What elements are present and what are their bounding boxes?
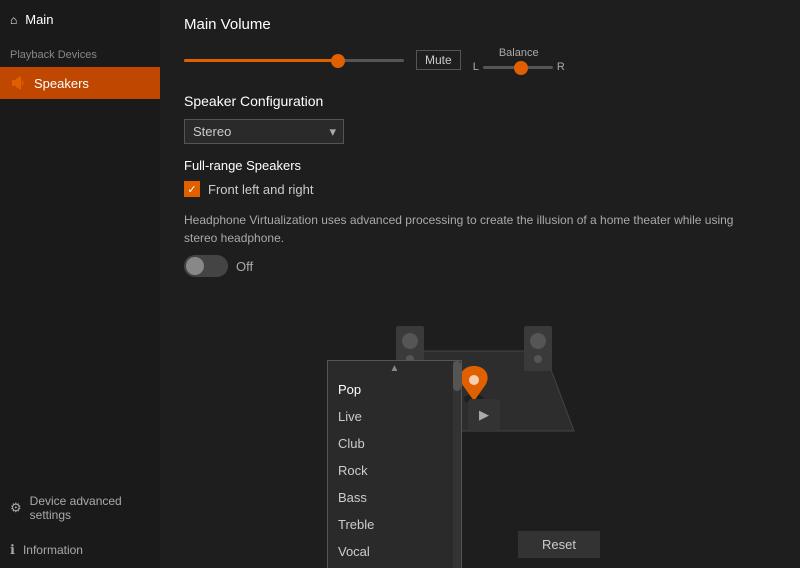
- volume-thumb[interactable]: [331, 54, 345, 68]
- speaker-config-select[interactable]: Stereo Quadraphonic 5.1 Surround 7.1 Sur…: [184, 119, 344, 144]
- main-content: Main Volume Mute Balance L R Speaker Con…: [160, 0, 800, 568]
- balance-right-label: R: [557, 61, 565, 73]
- balance-slider[interactable]: [483, 66, 553, 69]
- virtualization-description: Headphone Virtualization uses advanced p…: [184, 211, 744, 247]
- toggle-thumb: [186, 257, 204, 275]
- speaker-config-dropdown-container: Stereo Quadraphonic 5.1 Surround 7.1 Sur…: [184, 119, 776, 144]
- equalizer-dropdown-popup: ▲ Pop Live Club Rock Bass Treble Vocal: [327, 360, 462, 568]
- fullrange-checkbox-row: ✓ Front left and right: [184, 181, 776, 197]
- scrollbar-thumb[interactable]: [453, 361, 461, 391]
- sidebar-item-information[interactable]: ℹ Information: [0, 532, 160, 568]
- main-volume-title: Main Volume: [184, 16, 776, 33]
- eq-item-treble-label: Treble: [338, 517, 374, 532]
- home-icon: ⌂: [10, 13, 17, 27]
- device-advanced-label: Device advanced settings: [30, 494, 150, 522]
- scroll-up-indicator[interactable]: ▲: [328, 361, 461, 376]
- information-label: Information: [23, 543, 83, 557]
- sidebar-main-label: Main: [25, 12, 53, 27]
- eq-item-club-label: Club: [338, 436, 365, 451]
- gear-icon: ⚙: [10, 500, 22, 516]
- fullrange-checkbox[interactable]: ✓: [184, 181, 200, 197]
- dropdown-scrollbar[interactable]: [453, 361, 461, 568]
- fullrange-checkbox-label: Front left and right: [208, 182, 314, 197]
- playback-devices-label: Playback Devices: [0, 39, 160, 67]
- volume-slider[interactable]: [184, 59, 404, 62]
- play-button[interactable]: ▶: [468, 399, 500, 431]
- balance-left-label: L: [473, 61, 479, 73]
- volume-fill: [184, 59, 338, 62]
- eq-item-bass[interactable]: Bass: [328, 484, 461, 511]
- mute-button[interactable]: Mute: [416, 50, 461, 70]
- balance-row: L R: [473, 61, 565, 73]
- speaker-config-title: Speaker Configuration: [184, 93, 776, 109]
- speaker-icon: [10, 75, 26, 91]
- toggle-state-label: Off: [236, 259, 253, 274]
- fullrange-title: Full-range Speakers: [184, 158, 776, 173]
- eq-item-pop-label: Pop: [338, 382, 361, 397]
- eq-item-live[interactable]: Live: [328, 403, 461, 430]
- sidebar-item-device-advanced[interactable]: ⚙ Device advanced settings: [0, 484, 160, 532]
- eq-item-live-label: Live: [338, 409, 362, 424]
- sidebar-main-header[interactable]: ⌂ Main: [0, 0, 160, 39]
- info-icon: ℹ: [10, 542, 15, 558]
- sidebar-bottom: ⚙ Device advanced settings ℹ Information: [0, 484, 160, 568]
- eq-item-vocal[interactable]: Vocal: [328, 538, 461, 565]
- balance-thumb[interactable]: [514, 61, 528, 75]
- mute-label: Mute: [425, 53, 452, 67]
- sidebar-item-speakers[interactable]: Speakers: [0, 67, 160, 99]
- volume-row: Mute Balance L R: [184, 47, 776, 73]
- eq-item-vocal-label: Vocal: [338, 544, 370, 559]
- toggle-row: Off: [184, 255, 776, 277]
- play-icon: ▶: [479, 407, 489, 423]
- eq-item-rock[interactable]: Rock: [328, 457, 461, 484]
- speaker-config-select-wrapper[interactable]: Stereo Quadraphonic 5.1 Surround 7.1 Sur…: [184, 119, 344, 144]
- eq-item-pop[interactable]: Pop: [328, 376, 461, 403]
- speaker-diagram-area: ▶: [184, 291, 776, 451]
- checkmark-icon: ✓: [187, 183, 196, 196]
- sidebar-speakers-label: Speakers: [34, 76, 89, 91]
- eq-item-treble[interactable]: Treble: [328, 511, 461, 538]
- virtualization-toggle[interactable]: [184, 255, 228, 277]
- balance-group: Balance L R: [473, 47, 565, 73]
- eq-item-bass-label: Bass: [338, 490, 367, 505]
- balance-label: Balance: [499, 47, 539, 59]
- eq-item-club[interactable]: Club: [328, 430, 461, 457]
- reset-button[interactable]: Reset: [518, 531, 600, 558]
- sidebar: ⌂ Main Playback Devices Speakers ⚙ Devic…: [0, 0, 160, 568]
- eq-item-rock-label: Rock: [338, 463, 368, 478]
